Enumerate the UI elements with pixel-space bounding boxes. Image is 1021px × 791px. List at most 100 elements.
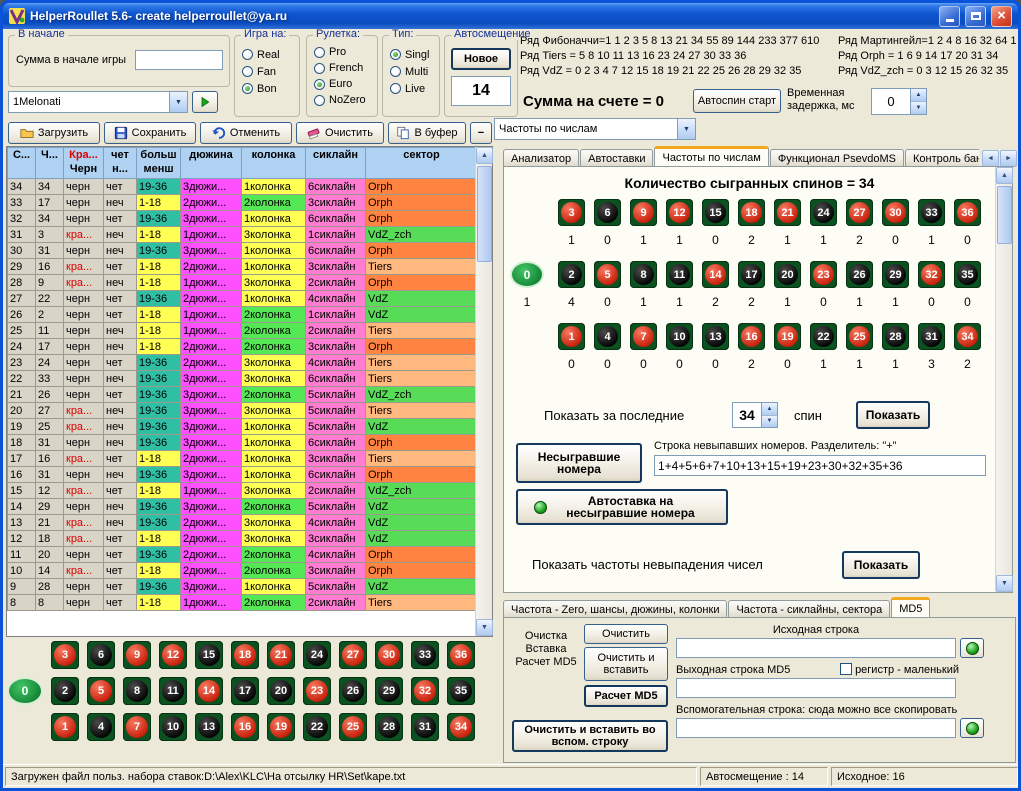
md5-output-input[interactable] bbox=[676, 678, 956, 698]
apply-preset-button[interactable] bbox=[192, 91, 218, 113]
close-button[interactable]: × bbox=[991, 6, 1012, 27]
history-row[interactable]: 2417черннеч1-182дюжи...2колонка3сиклайнO… bbox=[8, 339, 478, 355]
number-18[interactable]: 18 bbox=[231, 641, 259, 669]
number-9[interactable]: 9 bbox=[630, 199, 657, 226]
radio-Singl[interactable]: Singl bbox=[390, 46, 429, 63]
autospin-start-button[interactable]: Автоспин старт bbox=[693, 89, 781, 113]
number-19[interactable]: 19 bbox=[267, 713, 295, 741]
history-row[interactable]: 2233черннеч19-363дюжи...3колонка6сиклайн… bbox=[8, 371, 478, 387]
md5-register-option[interactable]: регистр - маленький bbox=[840, 663, 959, 676]
tab-MD5[interactable]: MD5 bbox=[891, 597, 930, 618]
scroll-down-icon[interactable]: ▼ bbox=[476, 619, 493, 636]
radio-Fan[interactable]: Fan bbox=[242, 63, 280, 80]
number-36[interactable]: 36 bbox=[447, 641, 475, 669]
scrollbar-thumb[interactable] bbox=[997, 186, 1012, 244]
number-30[interactable]: 30 bbox=[882, 199, 909, 226]
number-0[interactable]: 0 bbox=[7, 677, 43, 705]
number-33[interactable]: 33 bbox=[411, 641, 439, 669]
number-35[interactable]: 35 bbox=[447, 677, 475, 705]
number-28[interactable]: 28 bbox=[375, 713, 403, 741]
chevron-down-icon[interactable]: ▼ bbox=[169, 92, 187, 112]
history-row[interactable]: 1014кра...чет1-182дюжи...2колонка3сиклай… bbox=[8, 563, 478, 579]
number-9[interactable]: 9 bbox=[123, 641, 151, 669]
radio-Pro[interactable]: Pro bbox=[314, 44, 366, 60]
tab-Автоставки[interactable]: Автоставки bbox=[580, 149, 653, 167]
number-33[interactable]: 33 bbox=[918, 199, 945, 226]
number-27[interactable]: 27 bbox=[339, 641, 367, 669]
md5-aux-input[interactable] bbox=[676, 718, 956, 738]
column-header-1[interactable]: С... bbox=[8, 148, 36, 179]
history-row[interactable]: 289кра...неч1-181дюжи...3колонка2сиклайн… bbox=[8, 275, 478, 291]
history-row[interactable]: 2511черннеч1-181дюжи...2колонка2сиклайнT… bbox=[8, 323, 478, 339]
number-14[interactable]: 14 bbox=[195, 677, 223, 705]
column-header-5[interactable]: большменш bbox=[137, 148, 181, 179]
number-15[interactable]: 15 bbox=[702, 199, 729, 226]
md5-source-input[interactable] bbox=[676, 638, 956, 658]
tab-Контроль банкро[interactable]: Контроль банкро bbox=[905, 149, 979, 167]
number-24[interactable]: 24 bbox=[810, 199, 837, 226]
column-header-9[interactable]: сектор bbox=[366, 148, 478, 179]
number-30[interactable]: 30 bbox=[375, 641, 403, 669]
number-12[interactable]: 12 bbox=[159, 641, 187, 669]
radio-Live[interactable]: Live bbox=[390, 80, 429, 97]
number-20[interactable]: 20 bbox=[267, 677, 295, 705]
tab-Частоты по числам[interactable]: Частоты по числам bbox=[654, 146, 768, 167]
number-0[interactable]: 0 bbox=[510, 261, 544, 288]
number-17[interactable]: 17 bbox=[231, 677, 259, 705]
history-row[interactable]: 3434чернчет19-363дюжи...1колонка6сиклайн… bbox=[8, 179, 478, 195]
spin-down-icon[interactable]: ▼ bbox=[762, 416, 777, 428]
number-11[interactable]: 11 bbox=[159, 677, 187, 705]
maximize-button[interactable] bbox=[965, 6, 986, 27]
number-1[interactable]: 1 bbox=[558, 323, 585, 350]
spin-down-icon[interactable]: ▼ bbox=[911, 102, 926, 114]
panel-scrollbar[interactable]: ▲ ▼ bbox=[995, 167, 1012, 592]
history-row[interactable]: 1831черннеч19-363дюжи...1колонка6сиклайн… bbox=[8, 435, 478, 451]
md5-clear-button[interactable]: Очистить bbox=[584, 624, 668, 644]
column-header-6[interactable]: дюжина bbox=[181, 148, 242, 179]
radio-NoZero[interactable]: NoZero bbox=[314, 92, 366, 108]
history-row[interactable]: 1716кра...чет1-182дюжи...1колонка3сиклай… bbox=[8, 451, 478, 467]
radio-Real[interactable]: Real bbox=[242, 46, 280, 63]
undo-button[interactable]: Отменить bbox=[200, 122, 292, 144]
clear-button[interactable]: Очистить bbox=[296, 122, 384, 144]
radio-Multi[interactable]: Multi bbox=[390, 63, 429, 80]
delay-spinner[interactable]: 0 ▲ ▼ bbox=[871, 88, 927, 115]
number-25[interactable]: 25 bbox=[339, 713, 367, 741]
number-16[interactable]: 16 bbox=[231, 713, 259, 741]
tab-Частота - Zero, шансы, дюжины, колонки[interactable]: Частота - Zero, шансы, дюжины, колонки bbox=[503, 600, 727, 618]
minimize-button[interactable] bbox=[939, 6, 960, 27]
number-2[interactable]: 2 bbox=[558, 261, 585, 288]
title-bar[interactable]: HelperRoullet 5.6- create helperroullet@… bbox=[3, 3, 1018, 29]
number-6[interactable]: 6 bbox=[594, 199, 621, 226]
number-32[interactable]: 32 bbox=[918, 261, 945, 288]
spin-up-icon[interactable]: ▲ bbox=[911, 89, 926, 102]
preset-combobox[interactable]: 1Melonati ▼ bbox=[8, 91, 188, 113]
tabs-scroll-left-icon[interactable]: ◄ bbox=[982, 150, 999, 167]
number-24[interactable]: 24 bbox=[303, 641, 331, 669]
number-34[interactable]: 34 bbox=[954, 323, 981, 350]
autobet-missed-button[interactable]: Автоставка на несыгравшие номера bbox=[516, 489, 728, 525]
spin-up-icon[interactable]: ▲ bbox=[762, 403, 777, 416]
number-26[interactable]: 26 bbox=[846, 261, 873, 288]
md5-calc-button[interactable]: Расчет MD5 bbox=[584, 685, 668, 707]
show-last-spinner[interactable]: 34 ▲ ▼ bbox=[732, 402, 778, 428]
number-1[interactable]: 1 bbox=[51, 713, 79, 741]
number-12[interactable]: 12 bbox=[666, 199, 693, 226]
history-row[interactable]: 2027кра...неч19-363дюжи...3колонка5сикла… bbox=[8, 403, 478, 419]
number-20[interactable]: 20 bbox=[774, 261, 801, 288]
start-sum-input[interactable] bbox=[135, 50, 223, 70]
column-header-3[interactable]: Кра...Черн bbox=[64, 148, 104, 179]
history-row[interactable]: 1631черннеч19-363дюжи...1колонка6сиклайн… bbox=[8, 467, 478, 483]
number-4[interactable]: 4 bbox=[594, 323, 621, 350]
scroll-up-icon[interactable]: ▲ bbox=[996, 167, 1013, 184]
number-26[interactable]: 26 bbox=[339, 677, 367, 705]
number-22[interactable]: 22 bbox=[810, 323, 837, 350]
checkbox-icon[interactable] bbox=[840, 663, 852, 675]
history-row[interactable]: 1321кра...неч19-362дюжи...3колонка4сикла… bbox=[8, 515, 478, 531]
number-16[interactable]: 16 bbox=[738, 323, 765, 350]
md5-clear-paste-button[interactable]: Очистить и вставить bbox=[584, 647, 668, 681]
number-5[interactable]: 5 bbox=[594, 261, 621, 288]
number-13[interactable]: 13 bbox=[702, 323, 729, 350]
number-23[interactable]: 23 bbox=[303, 677, 331, 705]
missed-numbers-button[interactable]: Несыгравшие номера bbox=[516, 443, 642, 483]
